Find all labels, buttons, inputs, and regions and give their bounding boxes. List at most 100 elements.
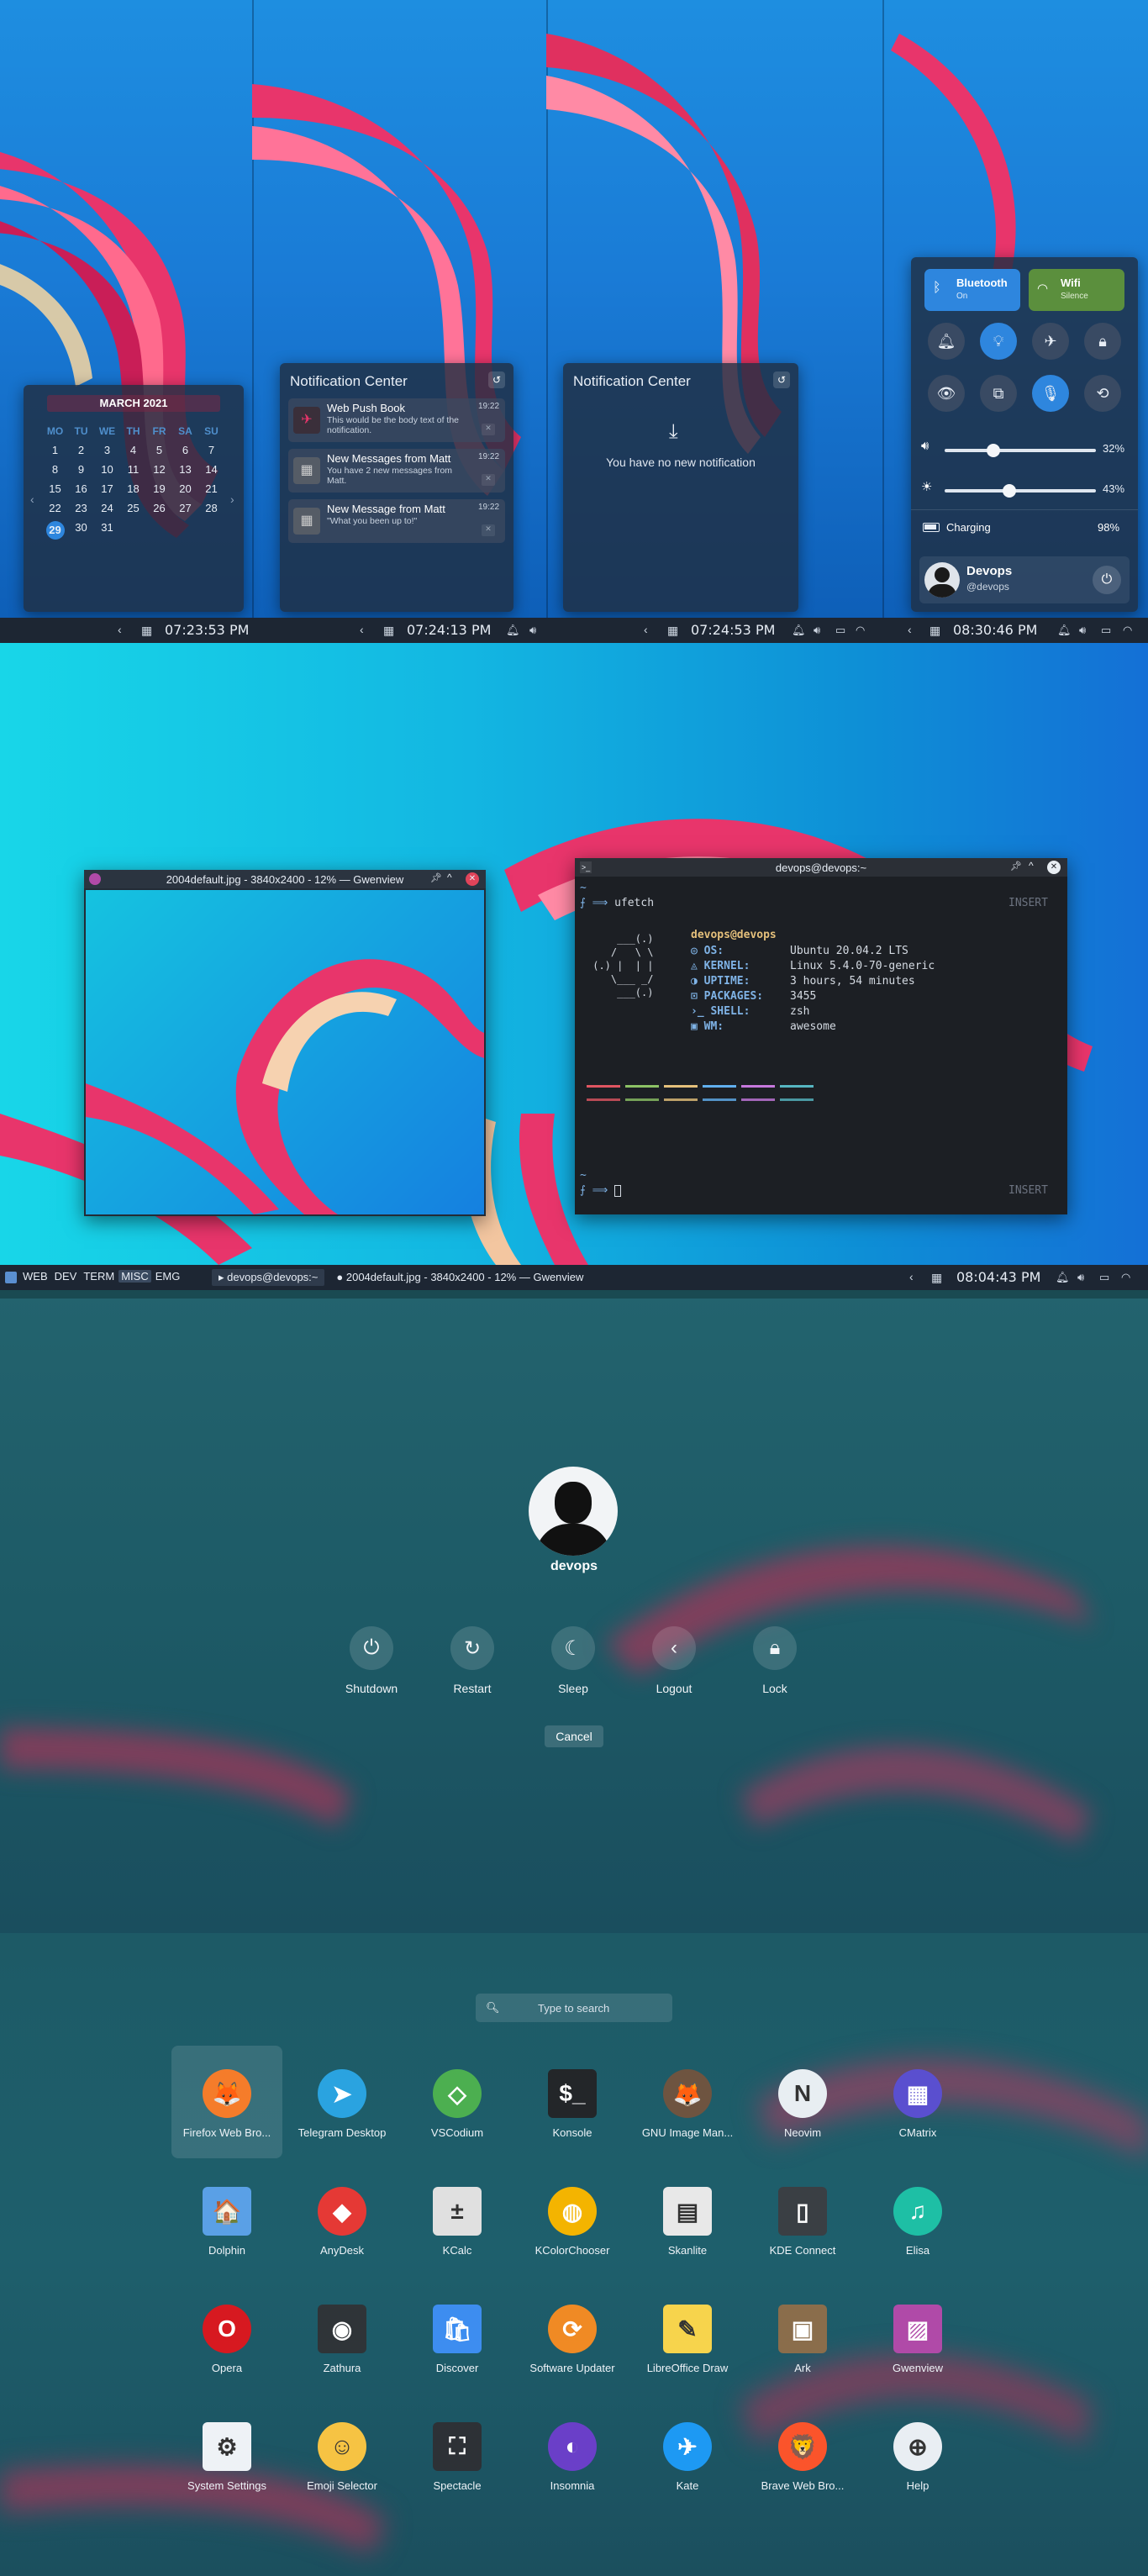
app-tile[interactable]: 🦊 GNU Image Man...: [632, 2046, 743, 2158]
battery-icon[interactable]: ▭: [1101, 624, 1111, 637]
app-tile[interactable]: ⛶ Spectacle: [402, 2399, 513, 2511]
grid-icon[interactable]: ▦: [929, 624, 940, 638]
app-tile[interactable]: 🛍 Discover: [402, 2281, 513, 2394]
calendar-day[interactable]: 14: [198, 463, 224, 476]
calendar-day[interactable]: 16: [68, 482, 94, 495]
lock-button[interactable]: 🔒︎ Lock: [753, 1626, 797, 1695]
taskbar-task[interactable]: ● 2004default.jpg - 3840x2400 - 12% — Gw…: [329, 1269, 590, 1286]
app-tile[interactable]: ☺ Emoji Selector: [287, 2399, 398, 2511]
brightness-slider[interactable]: [945, 484, 1096, 498]
calendar-day[interactable]: 17: [94, 482, 120, 495]
chevron-left-icon[interactable]: ‹: [118, 623, 122, 636]
calendar-day[interactable]: 28: [198, 502, 224, 514]
calendar-day[interactable]: 11: [120, 463, 146, 476]
app-tile[interactable]: ◍ KColorChooser: [517, 2163, 628, 2276]
calendar-day[interactable]: 4: [120, 444, 146, 456]
app-tile[interactable]: ▯ KDE Connect: [747, 2163, 858, 2276]
calendar-day[interactable]: 31: [94, 521, 120, 540]
screenshot-icon[interactable]: ⧉: [980, 375, 1017, 412]
bell-icon[interactable]: 🔔︎: [1057, 624, 1072, 637]
app-tile[interactable]: ⊕ Help: [862, 2399, 973, 2511]
notification-item[interactable]: ▦ New Messages from Matt You have 2 new me…: [288, 449, 505, 493]
search-input[interactable]: Type to search: [538, 2002, 609, 2015]
bell-icon[interactable]: 🔔︎: [792, 624, 806, 637]
wifi-toggle[interactable]: ◠ Wifi Silence: [1029, 269, 1124, 311]
airplane-mode-icon[interactable]: ✈: [1032, 323, 1069, 360]
battery-icon[interactable]: ▭: [835, 624, 845, 637]
clock[interactable]: 07:23:53 PM: [165, 622, 249, 638]
app-tile[interactable]: ▣ Ark: [747, 2281, 858, 2394]
sleep-button[interactable]: ☾ Sleep: [551, 1626, 595, 1695]
bell-icon[interactable]: 🔔︎: [1056, 1271, 1070, 1284]
grid-icon[interactable]: ▦: [383, 624, 394, 638]
app-tile[interactable]: ▦ CMatrix: [862, 2046, 973, 2158]
clock[interactable]: 08:30:46 PM: [953, 622, 1037, 638]
calendar-day[interactable]: 22: [42, 502, 68, 514]
app-tile[interactable]: ⚙ System Settings: [171, 2399, 282, 2511]
maximize-icon[interactable]: ^: [447, 872, 452, 883]
calendar-day[interactable]: 5: [146, 444, 172, 456]
power-icon[interactable]: ⏻: [1093, 566, 1121, 594]
calendar-day[interactable]: 8: [42, 463, 68, 476]
app-tile[interactable]: ⟳ Software Updater: [517, 2281, 628, 2394]
calendar-day[interactable]: 12: [146, 463, 172, 476]
app-tile[interactable]: N Neovim: [747, 2046, 858, 2158]
volume-icon[interactable]: 🔊︎: [814, 624, 820, 637]
taskbar-task[interactable]: ▸ devops@devops:~: [212, 1269, 325, 1286]
eye-icon[interactable]: 👁︎: [928, 375, 965, 412]
calendar-day[interactable]: 19: [146, 482, 172, 495]
dismiss-notification-icon[interactable]: ✕: [482, 424, 495, 435]
shutdown-button[interactable]: ⏻ Shutdown: [345, 1626, 398, 1695]
restart-button[interactable]: ↻ Restart: [450, 1626, 494, 1695]
volume-icon[interactable]: 🔊︎: [529, 624, 536, 637]
app-tile[interactable]: ◆ AnyDesk: [287, 2163, 398, 2276]
app-tile[interactable]: ➤ Telegram Desktop: [287, 2046, 398, 2158]
calendar-day[interactable]: 6: [172, 444, 198, 456]
rotation-icon[interactable]: ⟲: [1084, 375, 1121, 412]
app-tile[interactable]: ▤ Skanlite: [632, 2163, 743, 2276]
calendar-day[interactable]: 21: [198, 482, 224, 495]
bell-icon[interactable]: 🔔︎: [506, 624, 520, 637]
brightness-slider-knob[interactable]: [1003, 484, 1017, 498]
cancel-button[interactable]: Cancel: [545, 1725, 603, 1747]
search-bar[interactable]: 🔍︎ Type to search: [476, 1994, 672, 2022]
calendar-day[interactable]: 25: [120, 502, 146, 514]
workspace-tab-misc[interactable]: MISC: [118, 1270, 151, 1283]
calendar-today[interactable]: 29: [45, 521, 65, 540]
grid-icon[interactable]: ▦: [667, 624, 678, 638]
notification-item[interactable]: ✈ Web Push Book This would be the body tex…: [288, 398, 505, 442]
light-bulb-icon[interactable]: 💡︎: [980, 323, 1017, 360]
microphone-icon[interactable]: 🎙︎: [1032, 375, 1069, 412]
calendar-day[interactable]: 1: [42, 444, 68, 456]
pin-icon[interactable]: 📌︎: [430, 872, 442, 883]
lock-icon[interactable]: 🔒︎: [1084, 323, 1121, 360]
calendar-day[interactable]: 20: [172, 482, 198, 495]
calendar-day[interactable]: 27: [172, 502, 198, 514]
battery-icon[interactable]: ▭: [1099, 1271, 1109, 1284]
app-tile[interactable]: 🦁 Brave Web Bro...: [747, 2399, 858, 2511]
calendar-day[interactable]: 13: [172, 463, 198, 476]
calendar-day[interactable]: 24: [94, 502, 120, 514]
app-tile[interactable]: 🏠 Dolphin: [171, 2163, 282, 2276]
logout-button[interactable]: ‹ Logout: [652, 1626, 696, 1695]
app-tile[interactable]: $_ Konsole: [517, 2046, 628, 2158]
workspace-tab-term[interactable]: TERM: [81, 1270, 117, 1283]
workspace-tab-dev[interactable]: DEV: [52, 1270, 80, 1283]
clock[interactable]: 07:24:53 PM: [691, 622, 775, 638]
maximize-icon[interactable]: ^: [1029, 860, 1034, 872]
calendar-day[interactable]: 7: [198, 444, 224, 456]
calendar-day[interactable]: 9: [68, 463, 94, 476]
calendar-day[interactable]: 3: [94, 444, 120, 456]
clear-notifications-icon[interactable]: ↺: [773, 371, 790, 388]
grid-icon[interactable]: ▦: [931, 1271, 942, 1285]
grid-icon[interactable]: ▦: [141, 624, 152, 638]
volume-slider-knob[interactable]: [986, 444, 1000, 457]
notification-item[interactable]: ▦ New Message from Matt "What you been up …: [288, 499, 505, 543]
calendar-day[interactable]: 10: [94, 463, 120, 476]
pin-icon[interactable]: 📌︎: [1010, 861, 1022, 872]
workspace-tab-emg[interactable]: EMG: [153, 1270, 183, 1283]
wifi-icon[interactable]: ◠: [1123, 624, 1132, 637]
app-tile[interactable]: ✈ Kate: [632, 2399, 743, 2511]
calendar-day[interactable]: 2: [68, 444, 94, 456]
calendar-day[interactable]: 30: [68, 521, 94, 540]
